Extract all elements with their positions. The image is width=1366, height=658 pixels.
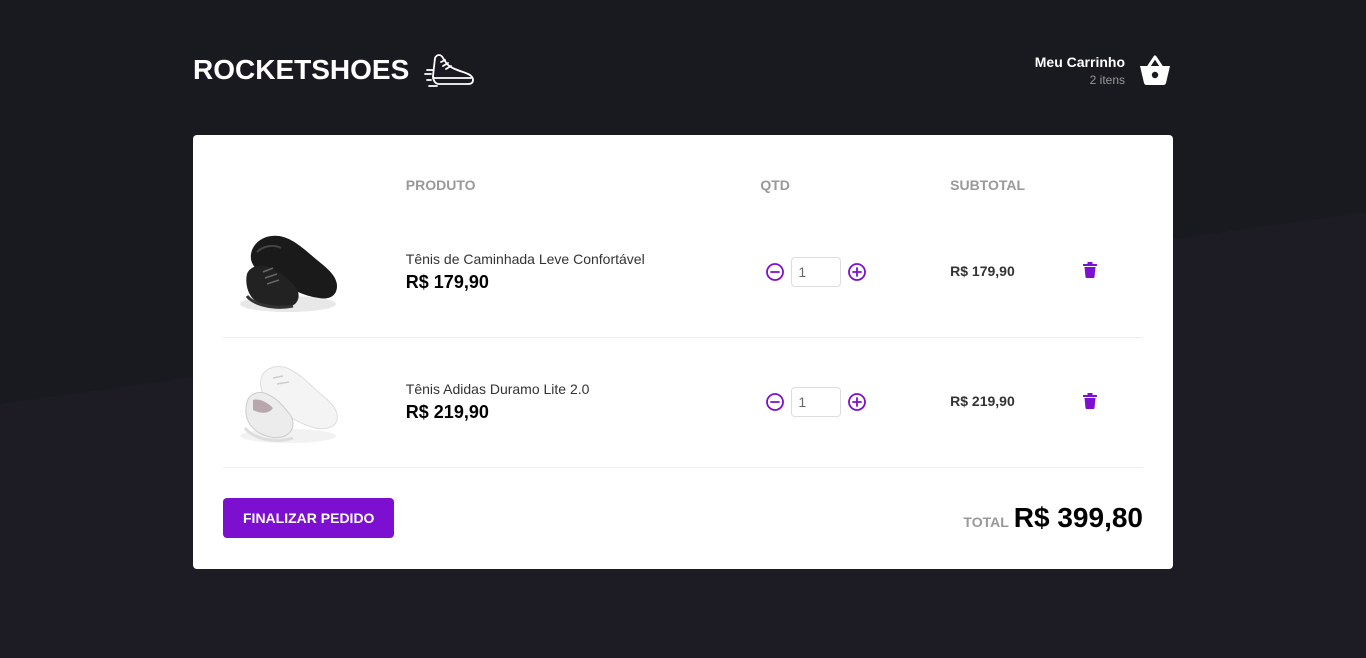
header: ROCKETSHOES Meu Carrinho 2 itens: [193, 40, 1173, 100]
plus-circle-icon: [848, 393, 867, 411]
quantity-stepper: [760, 256, 950, 287]
product-price: R$ 179,90: [405, 271, 489, 292]
cart-text: Meu Carrinho 2 itens: [1035, 54, 1125, 87]
product-title: Tênis Adidas Duramo Lite 2.0: [405, 381, 590, 397]
product-price: R$ 219,90: [405, 402, 489, 422]
subtotal-cell: R$ 179,90: [950, 207, 1065, 338]
checkout-button[interactable]: FINALIZAR PEDIDO: [223, 497, 395, 538]
cart-item-count: 2 itens: [1089, 72, 1125, 87]
table-row: Tênis de Caminhada Leve Confortável R$ 1…: [223, 207, 1143, 338]
logo-text: ROCKETSHOES: [193, 54, 410, 85]
product-subtotal: R$ 179,90: [950, 262, 1015, 279]
shopping-basket-icon: [1140, 55, 1170, 85]
cart-link[interactable]: Meu Carrinho 2 itens: [1035, 52, 1173, 88]
delete-button[interactable]: [1082, 392, 1097, 412]
cart-title: Meu Carrinho: [1034, 53, 1125, 70]
table-header-row: PRODUTO QTD SUBTOTAL: [223, 165, 1143, 207]
table-header-product: PRODUTO: [405, 177, 476, 193]
total-label: TOTAL: [963, 513, 1009, 530]
plus-circle-icon: [848, 262, 867, 281]
decrement-button[interactable]: [760, 387, 790, 417]
increment-button[interactable]: [842, 387, 872, 417]
increment-button[interactable]: [842, 257, 872, 287]
table-header-image: [223, 165, 406, 207]
minus-circle-icon: [766, 262, 785, 281]
table-header-delete: [1065, 165, 1143, 207]
quantity-input[interactable]: [791, 387, 842, 417]
trash-icon: [1082, 262, 1097, 279]
quantity-cell: [760, 207, 951, 338]
table-header-subtotal: SUBTOTAL: [950, 177, 1026, 193]
white-sneaker-image: [240, 366, 338, 443]
minus-circle-icon: [766, 393, 785, 411]
quantity-cell: [760, 337, 951, 468]
quantity-stepper: [760, 387, 950, 417]
running-shoe-icon: [424, 54, 475, 87]
product-info-cell: Tênis Adidas Duramo Lite 2.0 R$ 219,90: [405, 337, 761, 468]
delete-cell: [1064, 337, 1143, 468]
black-sneaker-image: [240, 235, 337, 312]
cart-footer: FINALIZAR PEDIDO TOTAL R$ 399,80: [223, 497, 1143, 538]
product-title: Tênis de Caminhada Leve Confortável: [405, 250, 645, 267]
quantity-input[interactable]: [791, 256, 842, 287]
delete-button[interactable]: [1082, 262, 1097, 281]
total: TOTAL R$ 399,80: [963, 502, 1143, 534]
product-subtotal: R$ 219,90: [950, 393, 1015, 409]
trash-icon: [1082, 392, 1097, 409]
total-value: R$ 399,80: [1013, 501, 1143, 533]
product-table: PRODUTO QTD SUBTOTAL Tênis de Caminhada …: [223, 165, 1143, 468]
cart-container: PRODUTO QTD SUBTOTAL Tênis de Caminhada …: [193, 135, 1173, 569]
subtotal-cell: R$ 219,90: [950, 337, 1065, 468]
product-image-cell: [223, 337, 406, 468]
delete-cell: [1064, 207, 1143, 338]
table-header-quantity: QTD: [760, 177, 790, 193]
table-row: Tênis Adidas Duramo Lite 2.0 R$ 219,90 1…: [223, 337, 1143, 468]
decrement-button[interactable]: [760, 257, 790, 287]
product-info-cell: Tênis de Caminhada Leve Confortável R$ 1…: [405, 207, 761, 338]
product-image-cell: [223, 207, 406, 338]
logo[interactable]: ROCKETSHOES: [193, 50, 477, 90]
